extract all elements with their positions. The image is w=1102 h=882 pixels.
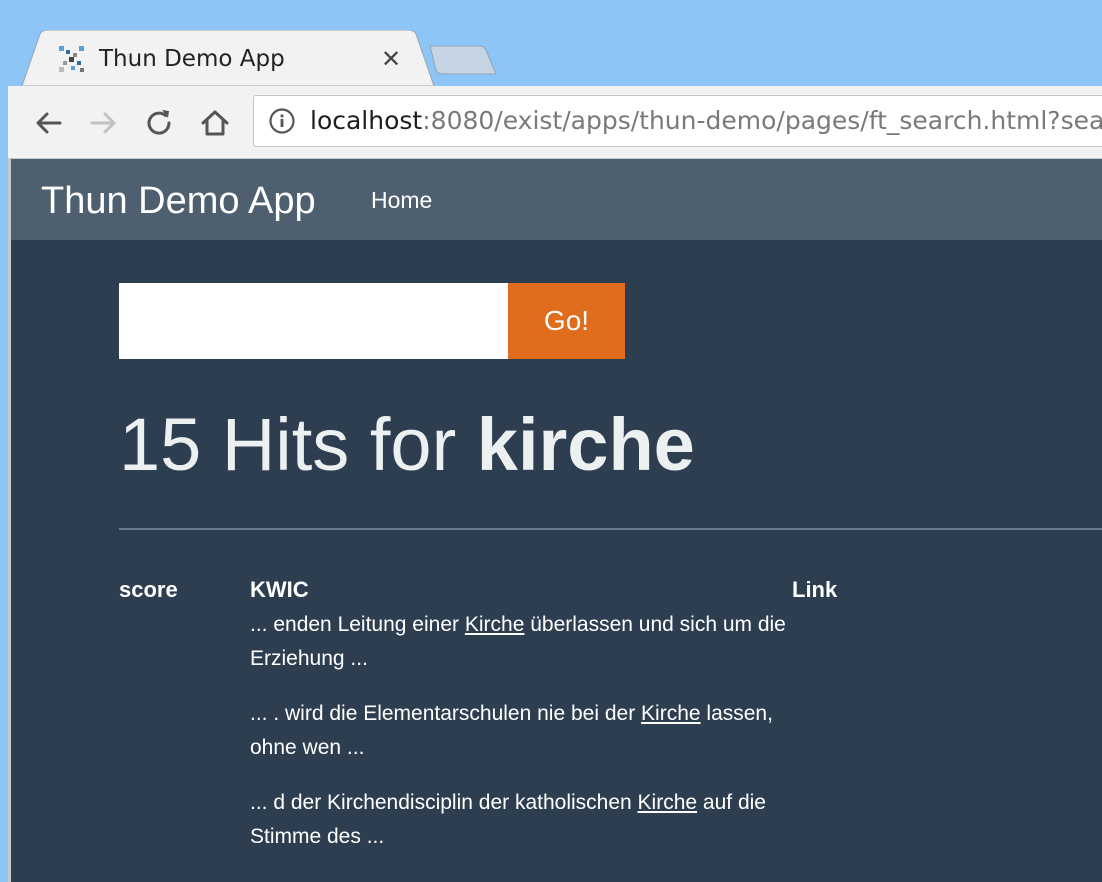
site-navbar: Thun Demo App Home	[11, 159, 1102, 240]
kwic-before: ... enden Leitung einer	[250, 613, 465, 636]
url-path: :8080/exist/apps/thun-demo/pages/ft_sear…	[422, 106, 1102, 135]
web-page: Thun Demo App Home Go! 15 Hits for kirch…	[8, 159, 1102, 882]
results-count-text: 15 Hits for	[119, 403, 477, 486]
address-bar[interactable]: localhost:8080/exist/apps/thun-demo/page…	[253, 95, 1102, 147]
url-host: localhost	[310, 106, 423, 135]
tab-strip: Thun Demo App ✕	[0, 0, 1102, 86]
column-header-score: score	[119, 577, 178, 602]
kwic-match-link[interactable]: Kirche	[465, 613, 525, 636]
kwic-before: ... . wird die Elementarschulen nie bei …	[250, 702, 642, 725]
close-icon[interactable]: ✕	[376, 44, 406, 74]
tab-thun-demo-app[interactable]: Thun Demo App ✕	[22, 30, 434, 86]
tab-title: Thun Demo App	[99, 46, 285, 72]
column-header-link: Link	[792, 577, 838, 602]
go-button[interactable]: Go!	[508, 283, 625, 359]
kwic-row: ... d der Kirchendisciplin der katholisc…	[250, 786, 810, 854]
browser-toolbar: localhost:8080/exist/apps/thun-demo/page…	[8, 86, 1102, 159]
info-icon[interactable]	[268, 107, 296, 135]
forward-arrow-icon[interactable]	[84, 104, 122, 142]
divider	[119, 528, 1102, 530]
kwic-match-link[interactable]: Kirche	[641, 702, 701, 725]
column-header-kwic: KWIC	[250, 577, 309, 602]
nav-home-link[interactable]: Home	[371, 185, 432, 215]
url-text: localhost:8080/exist/apps/thun-demo/page…	[310, 105, 1102, 137]
back-arrow-icon[interactable]	[30, 104, 68, 142]
kwic-row: ... enden Leitung einer Kirche überlasse…	[250, 608, 810, 676]
reload-icon[interactable]	[140, 104, 178, 142]
kwic-row: ... . wird die Elementarschulen nie bei …	[250, 697, 810, 765]
query-term: kirche	[476, 403, 695, 486]
new-tab-button[interactable]	[428, 44, 498, 76]
browser-window: Thun Demo App ✕ localhost:8080/exist/app…	[0, 0, 1102, 882]
search-input[interactable]	[119, 283, 508, 359]
kwic-before: ... d der Kirchendisciplin der katholisc…	[250, 791, 638, 814]
app-favicon-icon	[57, 44, 87, 74]
results-heading: 15 Hits for kirche	[119, 397, 695, 493]
kwic-match-link[interactable]: Kirche	[638, 791, 698, 814]
brand-link[interactable]: Thun Demo App	[41, 179, 316, 223]
home-icon[interactable]	[196, 104, 234, 142]
kwic-list: ... enden Leitung einer Kirche überlasse…	[250, 608, 810, 875]
